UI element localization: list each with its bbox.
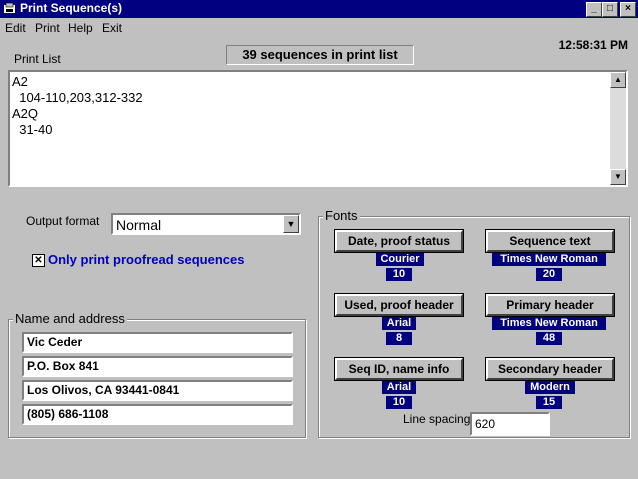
fonts-label: Fonts: [323, 208, 360, 223]
proofread-only-label[interactable]: Only print proofread sequences: [48, 252, 245, 267]
output-format-label: Output format: [26, 214, 100, 228]
menu-exit[interactable]: Exit: [102, 21, 122, 35]
date-proof-status-font-button[interactable]: Date, proof status: [334, 229, 464, 253]
proofread-only-checkbox[interactable]: ✕: [32, 254, 45, 267]
used-proof-header-font-button[interactable]: Used, proof header: [334, 293, 464, 317]
close-icon[interactable]: ×: [620, 2, 636, 17]
line-spacing-label: Line spacing: [403, 412, 471, 426]
font-name: Arial: [382, 381, 416, 394]
scroll-down-icon[interactable]: ▼: [610, 169, 626, 185]
address-line1-field[interactable]: P.O. Box 841: [22, 356, 293, 377]
secondary-header-font-button[interactable]: Secondary header: [485, 357, 615, 381]
app-icon: [4, 2, 15, 13]
maximize-icon[interactable]: □: [602, 2, 618, 17]
print-list-label: Print List: [14, 52, 61, 66]
font-name: Modern: [525, 381, 575, 394]
font-name: Courier: [376, 253, 424, 266]
font-size: 15: [536, 396, 562, 409]
print-list-line: A2Q: [12, 106, 39, 121]
primary-header-font-button[interactable]: Primary header: [485, 293, 615, 317]
print-list-lines: A2 104-110,203,312-332 A2Q 31-40: [12, 74, 143, 138]
print-list-line: 104-110,203,312-332: [12, 90, 143, 105]
line-spacing-input[interactable]: 620: [470, 412, 550, 436]
title-bar: Print Sequence(s) _ □ ×: [0, 0, 638, 18]
phone-field[interactable]: (805) 686-1108: [22, 404, 293, 425]
chevron-down-icon[interactable]: ▼: [283, 215, 299, 233]
font-size: 10: [386, 268, 412, 281]
menu-help[interactable]: Help: [68, 21, 93, 35]
font-name: Arial: [382, 317, 416, 330]
clock: 12:58:31 PM: [558, 38, 628, 52]
window-title: Print Sequence(s): [20, 1, 123, 15]
seq-id-name-info-font-button[interactable]: Seq ID, name info: [334, 357, 464, 381]
print-list-textarea[interactable]: A2 104-110,203,312-332 A2Q 31-40 ▲ ▼: [8, 70, 628, 187]
print-list-scrollbar[interactable]: ▲ ▼: [610, 72, 626, 185]
name-field[interactable]: Vic Ceder: [22, 332, 293, 353]
font-size: 20: [536, 268, 562, 281]
font-name: Times New Roman: [492, 317, 606, 330]
output-format-select[interactable]: Normal ▼: [111, 213, 301, 235]
font-size: 48: [536, 332, 562, 345]
name-address-label: Name and address: [13, 311, 127, 326]
scroll-up-icon[interactable]: ▲: [610, 72, 626, 88]
sequence-count-status: 39 sequences in print list: [226, 45, 414, 65]
minimize-icon[interactable]: _: [586, 2, 602, 17]
output-format-value: Normal: [116, 217, 162, 233]
font-name: Times New Roman: [492, 253, 606, 266]
print-list-line: A2: [12, 74, 28, 89]
menu-print[interactable]: Print: [35, 21, 60, 35]
font-size: 8: [386, 332, 412, 345]
font-size: 10: [386, 396, 412, 409]
sequence-text-font-button[interactable]: Sequence text: [485, 229, 615, 253]
address-line2-field[interactable]: Los Olivos, CA 93441-0841: [22, 380, 293, 401]
print-list-line: 31-40: [12, 122, 53, 137]
menu-edit[interactable]: Edit: [5, 21, 26, 35]
